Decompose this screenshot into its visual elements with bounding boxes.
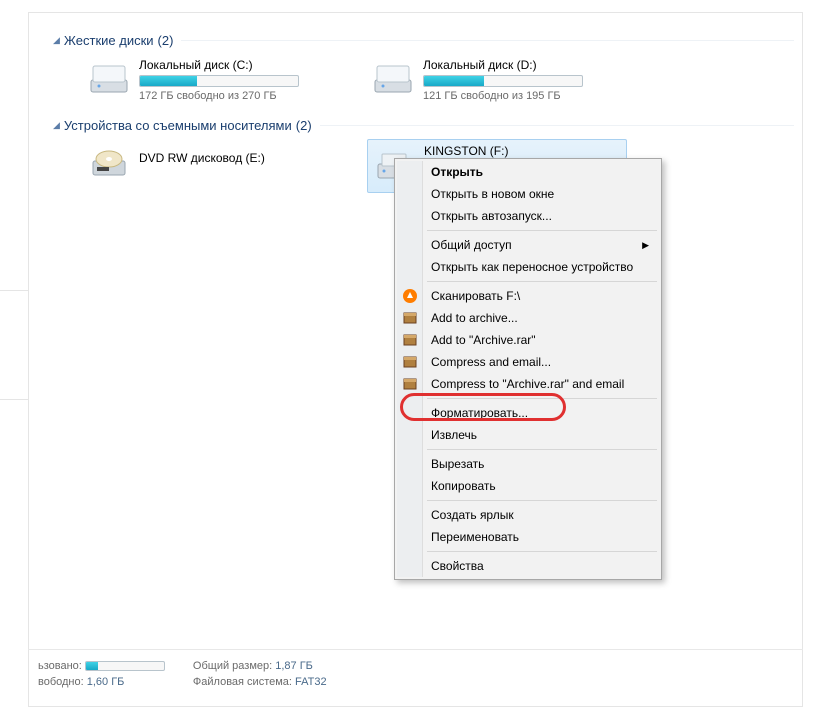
winrar-icon: [402, 310, 418, 326]
avast-icon: [402, 288, 418, 304]
ctx-scan[interactable]: Сканировать F:\: [397, 285, 659, 307]
ctx-add-archive[interactable]: Add to archive...: [397, 307, 659, 329]
winrar-icon: [402, 376, 418, 392]
drive-subtext: 121 ГБ свободно из 195 ГБ: [423, 90, 623, 102]
ctx-cut[interactable]: Вырезать: [397, 453, 659, 475]
status-free-value: 1,60 ГБ: [87, 676, 125, 688]
status-bar: ьзовано: вободно: 1,60 ГБ Общий размер: …: [28, 649, 803, 697]
ctx-separator: [427, 551, 657, 552]
status-used-label: ьзовано:: [38, 660, 82, 672]
ctx-separator: [427, 449, 657, 450]
ctx-autoplay[interactable]: Открыть автозапуск...: [397, 205, 659, 227]
hdd-icon: [87, 58, 131, 98]
status-total-label: Общий размер:: [193, 660, 272, 672]
drive-subtext: 172 ГБ свободно из 270 ГБ: [139, 90, 339, 102]
ctx-separator: [427, 281, 657, 282]
ctx-separator: [427, 398, 657, 399]
group-label: Устройства со съемными носителями: [64, 118, 292, 133]
group-count: (2): [296, 118, 312, 133]
status-total-value: 1,87 ГБ: [275, 660, 313, 672]
ctx-separator: [427, 500, 657, 501]
drive-d[interactable]: Локальный диск (D:) 121 ГБ свободно из 1…: [367, 54, 627, 106]
status-fs-value: FAT32: [295, 676, 327, 688]
status-free-label: вободно:: [38, 676, 84, 688]
drive-label: Локальный диск (D:): [423, 58, 623, 72]
drive-label: KINGSTON (F:): [424, 144, 622, 158]
ctx-add-rar[interactable]: Add to "Archive.rar": [397, 329, 659, 351]
hdd-icon: [371, 58, 415, 98]
group-divider: [320, 125, 794, 126]
group-header-hdd[interactable]: ◢ Жесткие диски (2): [53, 33, 794, 48]
status-fs-label: Файловая система:: [193, 676, 292, 688]
ctx-compress-rar-email[interactable]: Compress to "Archive.rar" and email: [397, 373, 659, 395]
winrar-icon: [402, 354, 418, 370]
status-used-bar: [85, 661, 165, 671]
collapse-icon: ◢: [53, 35, 60, 46]
ctx-compress-email[interactable]: Compress and email...: [397, 351, 659, 373]
ctx-format[interactable]: Форматировать...: [397, 402, 659, 424]
ctx-eject[interactable]: Извлечь: [397, 424, 659, 446]
group-header-removable[interactable]: ◢ Устройства со съемными носителями (2): [53, 118, 794, 133]
capacity-bar: [139, 75, 299, 87]
drive-e-dvd[interactable]: DVD RW дисковод (E:): [83, 139, 343, 193]
ctx-rename[interactable]: Переименовать: [397, 526, 659, 548]
dvd-icon: [87, 143, 131, 183]
ctx-portable-device[interactable]: Открыть как переносное устройство: [397, 256, 659, 278]
ctx-open[interactable]: Открыть: [397, 161, 659, 183]
ctx-separator: [427, 230, 657, 231]
group-divider: [181, 40, 794, 41]
drive-label: DVD RW дисковод (E:): [139, 151, 339, 165]
submenu-arrow-icon: ▶: [642, 234, 649, 256]
ctx-open-new-window[interactable]: Открыть в новом окне: [397, 183, 659, 205]
drive-c[interactable]: Локальный диск (C:) 172 ГБ свободно из 2…: [83, 54, 343, 106]
group-count: (2): [158, 33, 174, 48]
drive-label: Локальный диск (C:): [139, 58, 339, 72]
group-label: Жесткие диски: [64, 33, 154, 48]
nav-pane-edge: [0, 290, 28, 400]
collapse-icon: ◢: [53, 120, 60, 131]
ctx-properties[interactable]: Свойства: [397, 555, 659, 577]
ctx-share[interactable]: Общий доступ▶: [397, 234, 659, 256]
capacity-bar: [423, 75, 583, 87]
ctx-copy[interactable]: Копировать: [397, 475, 659, 497]
winrar-icon: [402, 332, 418, 348]
ctx-create-shortcut[interactable]: Создать ярлык: [397, 504, 659, 526]
context-menu: Открыть Открыть в новом окне Открыть авт…: [394, 158, 662, 580]
